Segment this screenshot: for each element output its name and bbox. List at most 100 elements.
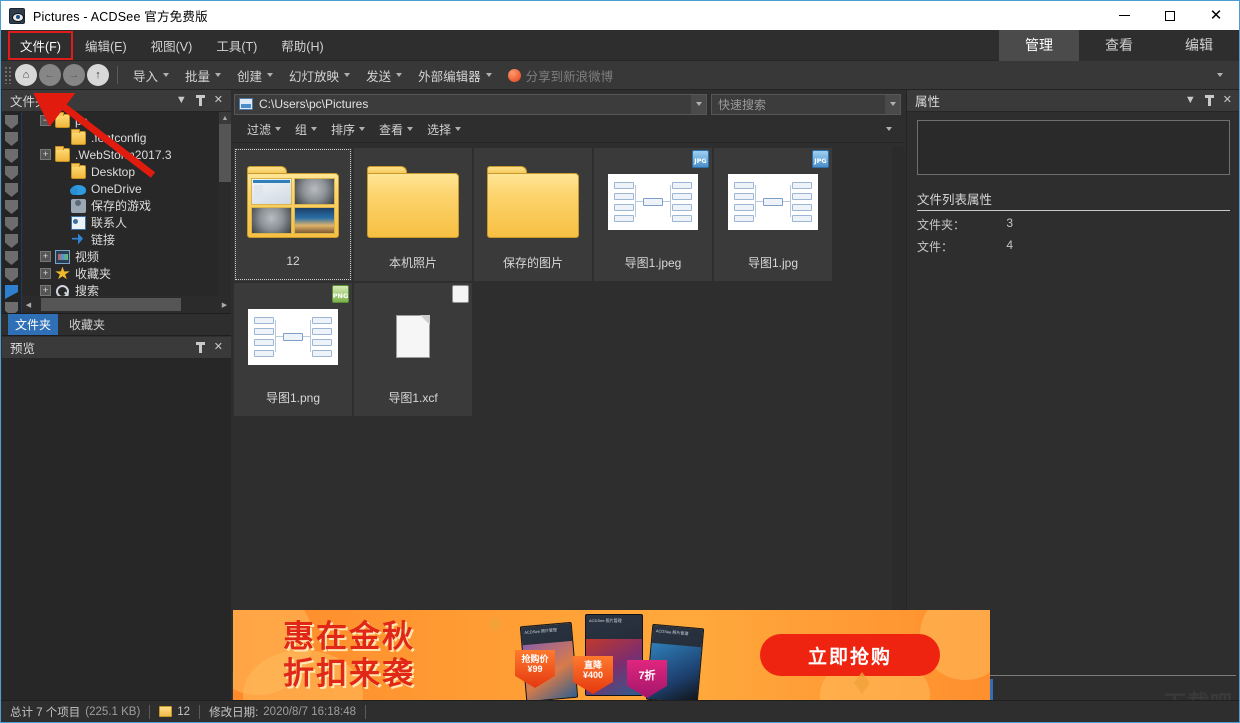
tab-view[interactable]: 查看 xyxy=(1079,30,1159,61)
close-icon[interactable]: ✕ xyxy=(214,342,223,353)
up-button[interactable]: ↑ xyxy=(87,64,109,86)
tree-item-fontconfig[interactable]: .fontconfig xyxy=(22,129,219,146)
toolbar-share-weibo[interactable]: 分享到新浪微博 xyxy=(500,63,622,88)
thumbnail xyxy=(478,150,588,253)
flag-marker[interactable] xyxy=(5,302,18,314)
scroll-up-icon[interactable]: ▲ xyxy=(219,112,231,124)
search-dropdown-icon[interactable] xyxy=(885,95,900,114)
pin-icon[interactable] xyxy=(196,95,205,106)
flag-marker[interactable] xyxy=(5,217,18,231)
toolbar-slideshow[interactable]: 幻灯放映 xyxy=(281,63,358,88)
scroll-right-icon[interactable]: ▶ xyxy=(218,297,231,312)
chevron-down-icon xyxy=(163,73,169,77)
file-item-12[interactable]: 12 xyxy=(234,148,352,281)
toolbar-batch[interactable]: 批量 xyxy=(177,63,229,88)
close-icon[interactable]: ✕ xyxy=(214,95,223,106)
advertisement-banner[interactable]: 惠在金秋 折扣来袭 ACDSee 照片管理 ACDSee 照片管理 ACDSee… xyxy=(233,610,990,700)
left-panel: 文件夹 ▼ ✕ xyxy=(2,90,231,700)
ad-cta-button[interactable]: 立即抢购 xyxy=(760,634,940,676)
tab-edit[interactable]: 编辑 xyxy=(1159,30,1239,61)
tree-expander[interactable]: + xyxy=(40,149,51,160)
filter-button[interactable]: 过滤 xyxy=(240,119,288,140)
tree-item-favorites[interactable]: + 收藏夹 xyxy=(22,265,219,282)
tree-expander[interactable]: + xyxy=(40,251,51,262)
property-key: 文件： xyxy=(917,238,987,255)
toolbar-import-label: 导入 xyxy=(133,66,158,85)
toolbar-overflow-button[interactable] xyxy=(1209,70,1231,80)
flag-marker[interactable] xyxy=(5,149,18,163)
tree-item-webstorm[interactable]: + .WebStorm2017.3 xyxy=(22,146,219,163)
flag-marker[interactable] xyxy=(5,115,18,129)
tree-item-contacts[interactable]: 联系人 xyxy=(22,214,219,231)
flag-marker[interactable] xyxy=(5,132,18,146)
menu-view[interactable]: 视图(V) xyxy=(141,33,203,58)
close-button[interactable]: ✕ xyxy=(1193,1,1239,30)
select-button[interactable]: 选择 xyxy=(420,119,468,140)
group-button[interactable]: 组 xyxy=(288,119,324,140)
tree-item-onedrive[interactable]: OneDrive xyxy=(22,180,219,197)
home-button[interactable]: ⌂ xyxy=(15,64,37,86)
sort-button[interactable]: 排序 xyxy=(324,119,372,140)
flag-marker-selected[interactable] xyxy=(5,285,18,299)
file-list[interactable]: 12 本机照片 保存的图片 xyxy=(232,146,905,670)
toolbar-create[interactable]: 创建 xyxy=(229,63,281,88)
toolbar-import[interactable]: 导入 xyxy=(125,63,177,88)
toolbar-grip[interactable] xyxy=(4,66,12,84)
filter-overflow-button[interactable] xyxy=(879,125,899,133)
toolbar-send[interactable]: 发送 xyxy=(358,63,410,88)
file-item-daotu1-xcf[interactable]: 导图1.xcf xyxy=(354,283,472,416)
status-total-size: (225.1 KB) xyxy=(85,706,140,718)
tree-expander[interactable]: + xyxy=(40,285,51,296)
menu-file[interactable]: 文件(F) xyxy=(10,33,71,58)
menu-tools[interactable]: 工具(T) xyxy=(206,33,267,58)
flag-marker[interactable] xyxy=(5,200,18,214)
pin-icon[interactable] xyxy=(1205,95,1214,106)
tree-expander[interactable]: + xyxy=(40,268,51,279)
back-button[interactable]: ← xyxy=(39,64,61,86)
forward-button[interactable]: → xyxy=(63,64,85,86)
tree-item-pc[interactable]: − pc xyxy=(22,112,219,129)
toolbar-external-editor[interactable]: 外部编辑器 xyxy=(410,63,500,88)
search-input[interactable]: 快速搜索 xyxy=(711,94,901,115)
minimize-button[interactable] xyxy=(1101,1,1147,30)
scroll-left-icon[interactable]: ◀ xyxy=(22,297,35,312)
address-bar[interactable]: C:\Users\pc\Pictures xyxy=(234,94,707,115)
status-total: 总计 7 个项目 (225.1 KB) xyxy=(1,701,149,723)
tree-item-links[interactable]: 链接 xyxy=(22,231,219,248)
chevron-down-icon xyxy=(486,73,492,77)
close-icon[interactable]: ✕ xyxy=(1223,95,1232,106)
tree-horizontal-scrollbar[interactable]: ◀ ▶ xyxy=(22,296,231,313)
sidebar-tab-folders[interactable]: 文件夹 xyxy=(8,314,58,335)
menu-edit[interactable]: 编辑(E) xyxy=(75,33,137,58)
panel-menu-icon[interactable]: ▼ xyxy=(1185,95,1196,106)
tree-item-desktop[interactable]: Desktop xyxy=(22,163,219,180)
menu-help[interactable]: 帮助(H) xyxy=(271,33,333,58)
scrollbar-track[interactable] xyxy=(35,298,218,311)
flag-marker[interactable] xyxy=(5,251,18,265)
view-button[interactable]: 查看 xyxy=(372,119,420,140)
scrollbar-thumb[interactable] xyxy=(219,124,231,182)
file-item-local-photos[interactable]: 本机照片 xyxy=(354,148,472,281)
tree-expander[interactable]: − xyxy=(40,115,51,126)
tree-vertical-scrollbar[interactable]: ▲ ▼ xyxy=(219,112,231,313)
thumbnail xyxy=(598,150,708,253)
sidebar-tab-favorites[interactable]: 收藏夹 xyxy=(62,314,112,335)
file-item-saved-pictures[interactable]: 保存的图片 xyxy=(474,148,592,281)
tree-item-saved-games[interactable]: 保存的游戏 xyxy=(22,197,219,214)
file-item-daotu1-jpeg[interactable]: JPG xyxy=(594,148,712,281)
maximize-button[interactable] xyxy=(1147,1,1193,30)
file-item-daotu1-jpg[interactable]: JPG xyxy=(714,148,832,281)
file-list-scrollbar[interactable] xyxy=(892,146,905,670)
scrollbar-thumb[interactable] xyxy=(41,298,181,311)
ad-tag-line2: ¥99 xyxy=(515,665,555,675)
flag-marker[interactable] xyxy=(5,183,18,197)
panel-menu-icon[interactable]: ▼ xyxy=(176,95,187,106)
file-item-daotu1-png[interactable]: PNG xyxy=(234,283,352,416)
flag-marker[interactable] xyxy=(5,268,18,282)
pin-icon[interactable] xyxy=(196,342,205,353)
tree-item-videos[interactable]: + 视频 xyxy=(22,248,219,265)
tab-manage[interactable]: 管理 xyxy=(999,30,1079,61)
flag-marker[interactable] xyxy=(5,234,18,248)
flag-marker[interactable] xyxy=(5,166,18,180)
address-dropdown-icon[interactable] xyxy=(691,95,706,114)
